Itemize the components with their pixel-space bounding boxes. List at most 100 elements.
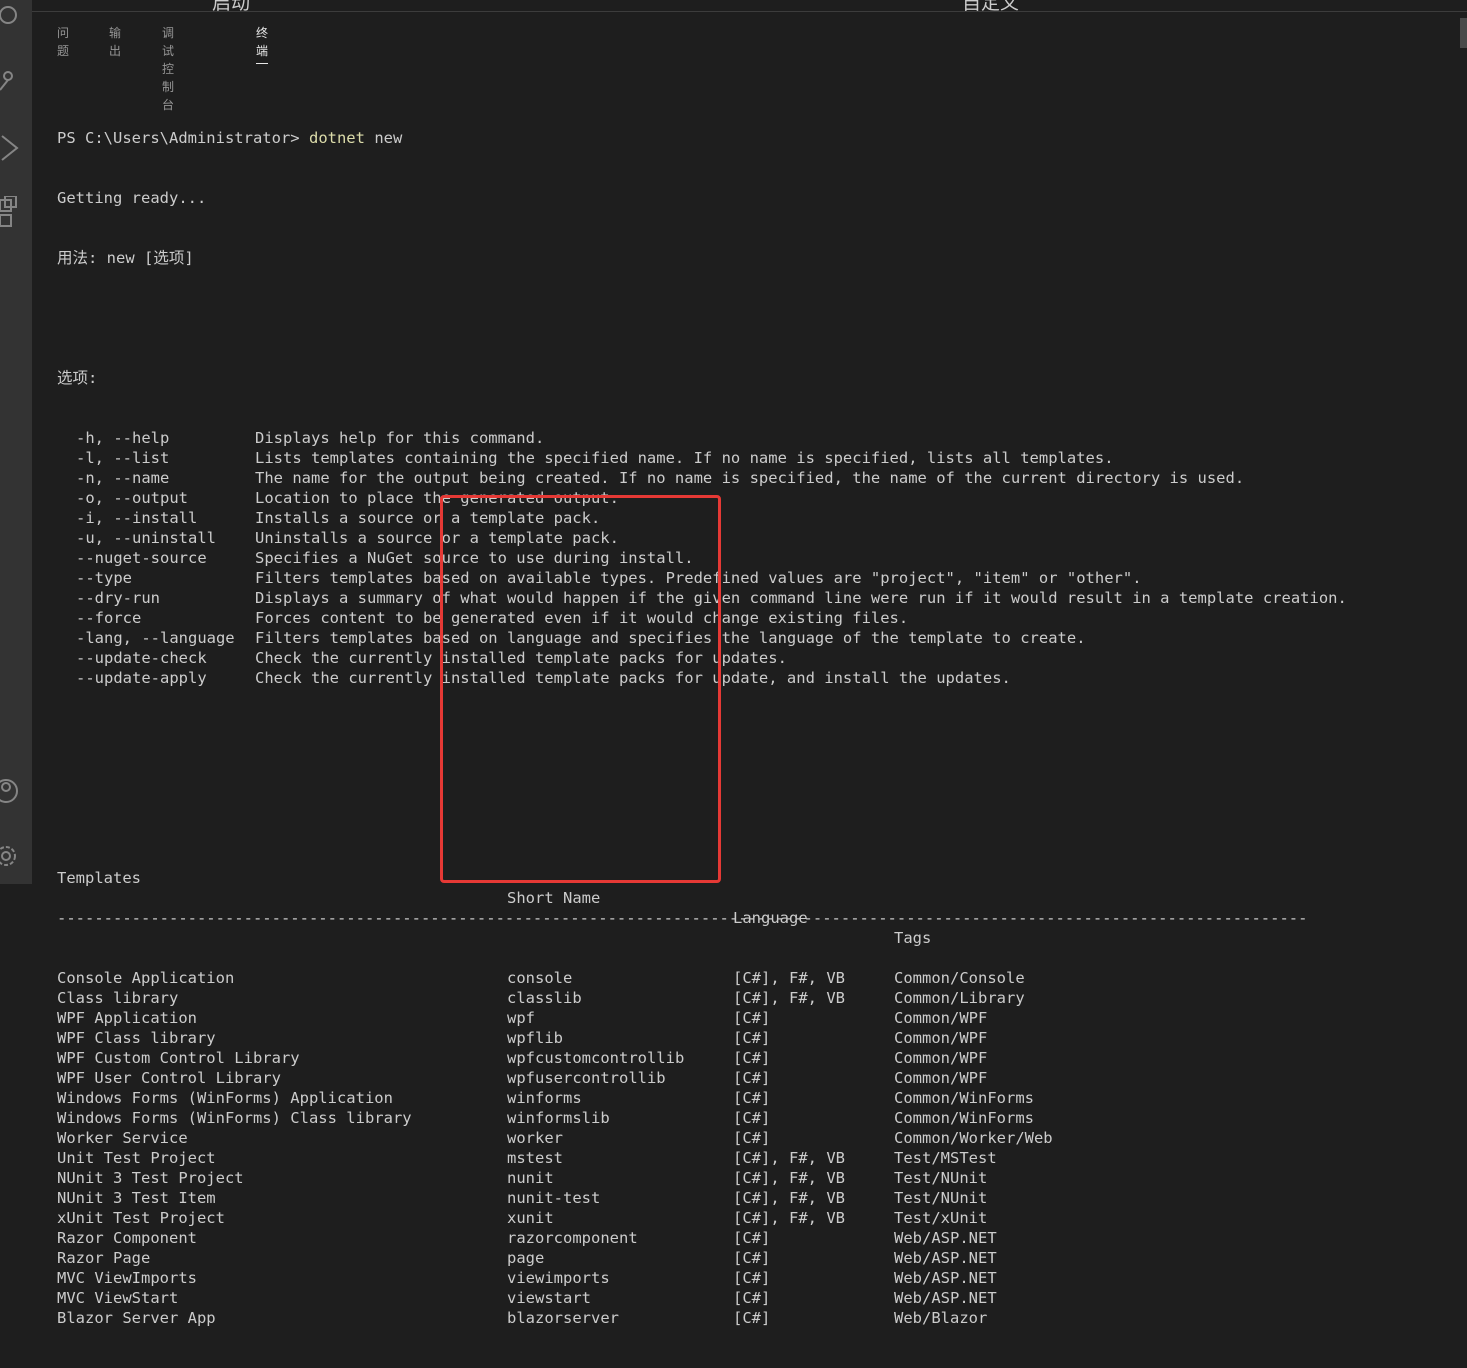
option-description: Displays a summary of what would happen … xyxy=(255,589,1347,607)
option-row: -lang, --language Filters templates based… xyxy=(57,628,1467,648)
option-flag: --type xyxy=(76,569,132,587)
option-row: --type Filters templates based on availab… xyxy=(57,568,1467,588)
prompt: PS C:\Users\Administrator> xyxy=(57,129,300,147)
template-short-name: worker xyxy=(507,1129,563,1147)
getting-ready-line: Getting ready... xyxy=(57,189,207,207)
option-flag: -l, --list xyxy=(76,449,170,467)
option-row: --update-check Check the currently instal… xyxy=(57,648,1467,668)
table-separator: ----------------------------------------… xyxy=(57,909,1308,927)
template-language: [C#] xyxy=(733,1109,771,1127)
template-tags: Common/Library xyxy=(894,989,1025,1007)
table-row: MVC ViewStart viewstart [C#] Web/ASP.NET xyxy=(57,1288,1467,1308)
terminal-panel: 启动 自定义 问题 输出 调试控制台 终端 PS C:\Users\Admini… xyxy=(32,0,1467,1327)
template-name: Windows Forms (WinForms) Application xyxy=(57,1089,393,1107)
template-short-name: wpf xyxy=(507,1009,535,1027)
table-row: WPF Custom Control Library wpfcustomcontr… xyxy=(57,1048,1467,1068)
header-short-name: Short Name xyxy=(507,889,601,907)
table-row: WPF Application wpf [C#] Common/WPF xyxy=(57,1008,1467,1028)
template-name: WPF Custom Control Library xyxy=(57,1049,300,1067)
usage-line: 用法: new [选项] xyxy=(57,249,194,267)
template-language: [C#], F#, VB xyxy=(733,989,845,1007)
option-row: -l, --list Lists templates containing the… xyxy=(57,448,1467,468)
template-short-name: wpfusercontrollib xyxy=(507,1069,666,1087)
template-name: Worker Service xyxy=(57,1129,188,1147)
option-flag: -h, --help xyxy=(76,429,170,447)
template-name: Windows Forms (WinForms) Class library xyxy=(57,1109,412,1127)
terminal-output[interactable]: PS C:\Users\Administrator> dotnet new Ge… xyxy=(57,88,1467,1327)
table-row: Windows Forms (WinForms) Class library wi… xyxy=(57,1108,1467,1128)
option-description: Filters templates based on available typ… xyxy=(255,569,1142,587)
option-row: -h, --help Displays help for this command… xyxy=(57,428,1467,448)
template-language: [C#] xyxy=(733,1129,771,1147)
template-tags: Web/ASP.NET xyxy=(894,1269,997,1287)
template-short-name: blazorserver xyxy=(507,1309,619,1327)
template-language: [C#] xyxy=(733,1309,771,1327)
template-short-name: classlib xyxy=(507,989,582,1007)
template-short-name: mstest xyxy=(507,1149,563,1167)
option-row: -o, --output Location to place the genera… xyxy=(57,488,1467,508)
option-flag: --update-apply xyxy=(76,669,207,687)
template-name: Blazor Server App xyxy=(57,1309,216,1327)
template-tags: Test/NUnit xyxy=(894,1189,988,1207)
account-icon[interactable] xyxy=(0,774,32,808)
template-name: WPF Application xyxy=(57,1009,197,1027)
option-row: --nuget-source Specifies a NuGet source t… xyxy=(57,548,1467,568)
template-short-name: xunit xyxy=(507,1209,554,1227)
option-flag: --update-check xyxy=(76,649,207,667)
option-row: --dry-run Displays a summary of what woul… xyxy=(57,588,1467,608)
template-language: [C#], F#, VB xyxy=(733,1209,845,1227)
template-tags: Common/WinForms xyxy=(894,1109,1034,1127)
tab-terminal[interactable]: 终端 xyxy=(256,24,269,64)
template-language: [C#] xyxy=(733,1289,771,1307)
option-flag: -lang, --language xyxy=(76,629,235,647)
template-language: [C#] xyxy=(733,1269,771,1287)
search-icon[interactable] xyxy=(0,2,32,28)
option-description: Displays help for this command. xyxy=(255,429,545,447)
run-debug-icon[interactable] xyxy=(0,134,32,162)
option-row: -n, --name The name for the output being … xyxy=(57,468,1467,488)
option-description: Uninstalls a source or a template pack. xyxy=(255,529,619,547)
option-flag: --force xyxy=(76,609,142,627)
template-language: [C#] xyxy=(733,1089,771,1107)
template-name: Razor Page xyxy=(57,1249,151,1267)
template-short-name: winformslib xyxy=(507,1109,610,1127)
sliver-text-right: 自定义 xyxy=(962,0,1020,12)
header-templates: Templates xyxy=(57,869,141,887)
template-short-name: page xyxy=(507,1249,545,1267)
tab-output[interactable]: 输出 xyxy=(109,24,121,60)
source-control-icon[interactable] xyxy=(0,68,32,94)
template-language: [C#] xyxy=(733,1029,771,1047)
table-row: WPF User Control Library wpfusercontrolli… xyxy=(57,1068,1467,1088)
option-description: Check the currently installed template p… xyxy=(255,649,787,667)
scrollbar[interactable] xyxy=(1460,18,1467,48)
template-short-name: razorcomponent xyxy=(507,1229,638,1247)
option-description: Forces content to be generated even if i… xyxy=(255,609,909,627)
table-row: Blazor Server App blazorserver [C#] Web/Bla… xyxy=(57,1308,1467,1328)
option-flag: -u, --uninstall xyxy=(76,529,216,547)
template-language: [C#], F#, VB xyxy=(733,1169,845,1187)
option-flag: --dry-run xyxy=(76,589,160,607)
extensions-icon[interactable] xyxy=(0,195,32,230)
template-tags: Test/xUnit xyxy=(894,1209,988,1227)
template-name: NUnit 3 Test Item xyxy=(57,1189,216,1207)
option-flag: --nuget-source xyxy=(76,549,207,567)
template-language: [C#], F#, VB xyxy=(733,1149,845,1167)
gear-icon[interactable] xyxy=(0,840,32,872)
tab-problems[interactable]: 问题 xyxy=(57,24,69,60)
template-tags: Web/Blazor xyxy=(894,1309,988,1327)
table-row: Windows Forms (WinForms) Application winf… xyxy=(57,1088,1467,1108)
template-short-name: wpfcustomcontrollib xyxy=(507,1049,685,1067)
option-row: --force Forces content to be generated ev… xyxy=(57,608,1467,628)
template-tags: Common/Worker/Web xyxy=(894,1129,1053,1147)
template-language: [C#] xyxy=(733,1249,771,1267)
table-row: Class library classlib [C#], F#, VB Common/… xyxy=(57,988,1467,1008)
template-language: [C#] xyxy=(733,1049,771,1067)
sliver-text-left: 启动 xyxy=(212,0,251,12)
option-row: -u, --uninstall Uninstalls a source or a … xyxy=(57,528,1467,548)
options-list: -h, --help Displays help for this command… xyxy=(57,428,1467,688)
template-short-name: nunit-test xyxy=(507,1189,601,1207)
template-name: NUnit 3 Test Project xyxy=(57,1169,244,1187)
table-row: NUnit 3 Test Project nunit [C#], F#, VB Tes… xyxy=(57,1168,1467,1188)
